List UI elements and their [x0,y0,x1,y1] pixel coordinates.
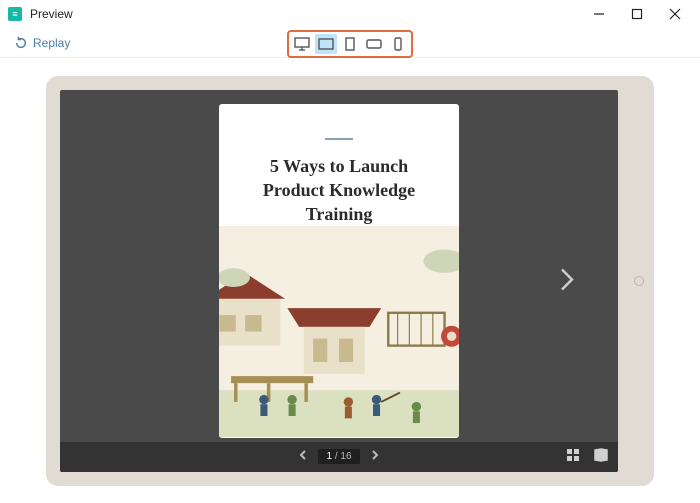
device-phone-landscape-button[interactable] [363,34,385,54]
maximize-button[interactable] [618,0,656,28]
decorative-divider-icon [325,138,353,140]
toolbar: Replay [0,28,700,58]
minimize-button[interactable] [580,0,618,28]
viewer-bottombar: 1 / 16 [60,442,618,472]
next-page-button[interactable] [558,265,576,296]
page-indicator[interactable]: 1 / 16 [318,449,359,464]
replay-icon [14,36,28,50]
prev-page-small-button[interactable] [298,450,308,463]
cover-illustration-icon [219,226,459,437]
preview-canvas: 5 Ways to Launch Product Knowledge Train… [0,58,700,503]
device-phone-portrait-button[interactable] [387,34,409,54]
thumbnails-button[interactable] [566,448,580,465]
title-bar: ≡ Preview [0,0,700,28]
device-selector [287,30,413,58]
tablet-home-icon [634,276,644,286]
device-tablet-landscape-button[interactable] [315,34,337,54]
device-tablet-portrait-button[interactable] [339,34,361,54]
window-title: Preview [30,7,73,21]
close-button[interactable] [656,0,694,28]
tablet-frame: 5 Ways to Launch Product Knowledge Train… [46,76,654,486]
pager: 1 / 16 [298,449,379,464]
page-content[interactable]: 5 Ways to Launch Product Knowledge Train… [219,104,459,438]
app-icon: ≡ [8,7,22,21]
device-desktop-button[interactable] [291,34,313,54]
flipbook-viewer: 5 Ways to Launch Product Knowledge Train… [60,90,618,472]
document-title: 5 Ways to Launch Product Knowledge Train… [219,154,459,227]
replay-button[interactable]: Replay [14,36,70,50]
next-page-small-button[interactable] [370,450,380,463]
replay-label: Replay [33,36,70,50]
spread-view-button[interactable] [594,448,608,465]
